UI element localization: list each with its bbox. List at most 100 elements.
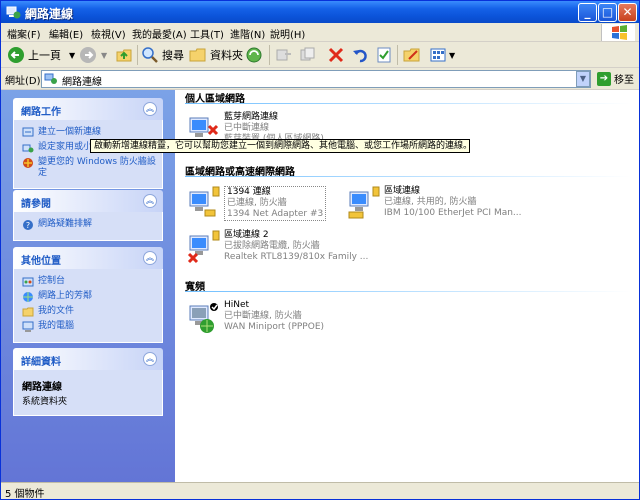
place-network-neighborhood[interactable]: 網路上的芳鄰: [22, 291, 162, 303]
menu-tools[interactable]: 工具(T): [190, 26, 224, 41]
connection-status: 已連線, 共用的, 防火牆: [384, 197, 477, 207]
properties-button[interactable]: [375, 45, 393, 65]
up-folder-icon: [116, 49, 132, 62]
globe-network-icon: [23, 292, 33, 302]
title-bar[interactable]: 網路連線 _ □ ✕: [1, 1, 639, 23]
connection-name: 1394 連線: [227, 187, 271, 197]
folder-options-button[interactable]: [403, 45, 421, 65]
task-create-connection[interactable]: 建立一個新連線: [22, 127, 162, 139]
menu-bar: 檔案(F) 編輯(E) 檢視(V) 我的最愛(A) 工具(T) 進階(N) 說明…: [1, 23, 639, 42]
undo-icon: [353, 49, 367, 63]
toolbar: 上一頁 ▼ ▼ 搜尋 資料夾 ▼: [1, 42, 639, 68]
copy-to-icon: [300, 47, 315, 61]
place-my-documents[interactable]: 我的文件: [22, 306, 162, 318]
panel-header[interactable]: 詳細資料 ︽: [13, 348, 163, 370]
connection-lan-2[interactable]: 區域連線 2 已拔除網路電纜, 防火牆 Realtek RTL8139/810x…: [187, 230, 368, 264]
window-title: 網路連線: [25, 7, 74, 21]
menu-view[interactable]: 檢視(V): [91, 26, 126, 41]
lan-shared-connection-icon: [347, 186, 381, 220]
task-network-troubleshooter[interactable]: ? 網路疑難排解: [22, 219, 162, 231]
back-label: 上一頁: [28, 49, 61, 62]
delete-x-icon: [328, 47, 344, 63]
folder-icon: [189, 48, 206, 62]
connection-device: IBM 10/100 EtherJet PCI Man...: [384, 208, 522, 218]
panel-title: 其他位置: [21, 256, 61, 267]
views-button[interactable]: ▼: [429, 45, 455, 65]
chevron-down-icon[interactable]: ▼: [69, 51, 75, 60]
menu-help[interactable]: 說明(H): [270, 26, 305, 41]
connection-status: 已拔除網路電纜, 防火牆: [224, 241, 320, 251]
delete-button[interactable]: [327, 45, 345, 65]
collapse-chevron-icon[interactable]: ︽: [143, 251, 157, 265]
search-label: 搜尋: [162, 49, 184, 62]
panel-body: 建立一個新連線 設定家用或小型辦公室網路 變更您的 Windows 防火牆設定: [13, 120, 163, 189]
network-connections-icon: [6, 6, 21, 19]
up-folder-button[interactable]: [115, 45, 133, 65]
maximize-button[interactable]: □: [598, 3, 617, 22]
connection-name: HiNet: [224, 300, 250, 310]
menu-edit[interactable]: 編輯(E): [49, 26, 83, 41]
address-dropdown-button[interactable]: ▼: [576, 71, 590, 87]
move-to-button[interactable]: [275, 45, 293, 65]
connection-hinet[interactable]: HiNet 已中斷連線, 防火牆 WAN Miniport (PPPOE): [187, 300, 324, 334]
address-input[interactable]: 網路連線: [41, 70, 591, 88]
connection-status: 已中斷連線, 防火牆: [224, 311, 302, 321]
collapse-chevron-icon[interactable]: ︽: [143, 102, 157, 116]
folders-button[interactable]: 資料夾: [189, 45, 243, 65]
group-divider: [185, 103, 631, 104]
panel-title: 詳細資料: [21, 357, 61, 368]
copy-to-button[interactable]: [299, 45, 317, 65]
panel-details: 詳細資料 ︽ 網路連線 系統資料夾: [13, 348, 163, 416]
back-button[interactable]: 上一頁 ▼: [7, 45, 75, 65]
panel-body: 控制台 網路上的芳鄰 我的文件 我的電腦: [13, 269, 163, 343]
panel-header[interactable]: 其他位置 ︽: [13, 247, 163, 269]
go-arrow-icon: ➔: [597, 71, 611, 86]
my-documents-folder-icon: [22, 307, 34, 317]
place-label: 控制台: [38, 276, 66, 286]
search-button[interactable]: 搜尋: [141, 45, 184, 65]
menu-advanced[interactable]: 進階(N): [230, 26, 265, 41]
panel-body: 網路連線 系統資料夾: [13, 370, 163, 416]
chevron-down-icon[interactable]: ▼: [101, 51, 107, 60]
place-my-computer[interactable]: 我的電腦: [22, 321, 162, 333]
move-to-icon: [276, 49, 291, 61]
tooltip: 啟動新增連線精靈，它可以幫助您建立一個到網際網路、其他電腦、或您工作場所網路的連…: [90, 139, 470, 153]
connection-1394[interactable]: 1394 連線 已連線, 防火牆 1394 Net Adapter #3: [187, 186, 327, 221]
task-firewall-settings[interactable]: 變更您的 Windows 防火牆設定: [22, 157, 162, 179]
minimize-button[interactable]: _: [578, 3, 597, 22]
connection-lan[interactable]: 區域連線 已連線, 共用的, 防火牆 IBM 10/100 EtherJet P…: [347, 186, 522, 220]
panel-header[interactable]: 網路工作 ︽: [13, 98, 163, 120]
windows-logo: [601, 24, 635, 41]
go-label: 移至: [614, 75, 634, 86]
toolbar-separator: [137, 45, 138, 65]
status-object-count: 5 個物件: [5, 489, 45, 500]
chevron-down-icon[interactable]: ▼: [449, 51, 455, 60]
details-name: 網路連線: [22, 382, 62, 393]
connection-status: 已連線, 防火牆: [227, 198, 287, 208]
connection-status: 已中斷連線: [224, 123, 270, 133]
sync-button[interactable]: [245, 45, 263, 65]
address-bar: 網址(D) 網路連線 ▼ ➔ 移至: [1, 68, 639, 90]
place-label: 我的文件: [38, 306, 75, 316]
task-label: 建立一個新連線: [38, 127, 102, 137]
toolbar-separator: [397, 45, 398, 65]
collapse-chevron-icon[interactable]: ︽: [143, 194, 157, 208]
panel-header[interactable]: 請參閱 ︽: [13, 190, 163, 212]
connection-name: 區域連線: [384, 186, 421, 196]
close-button[interactable]: ✕: [618, 3, 637, 22]
broadband-connection-icon: [187, 300, 221, 334]
place-control-panel[interactable]: 控制台: [22, 276, 162, 288]
menu-file[interactable]: 檔案(F): [7, 26, 41, 41]
menu-favorites[interactable]: 我的最愛(A): [132, 26, 187, 41]
group-divider: [185, 176, 631, 177]
collapse-chevron-icon[interactable]: ︽: [143, 352, 157, 366]
sync-icon: [246, 47, 262, 63]
go-button[interactable]: ➔ 移至: [597, 71, 634, 86]
network-connections-icon: [44, 73, 57, 84]
folder-options-icon: [403, 48, 420, 62]
toolbar-separator: [269, 45, 270, 65]
forward-button[interactable]: ▼: [79, 45, 107, 65]
address-value: 網路連線: [62, 77, 102, 88]
status-bar: 5 個物件: [1, 482, 639, 500]
undo-button[interactable]: [351, 45, 369, 65]
